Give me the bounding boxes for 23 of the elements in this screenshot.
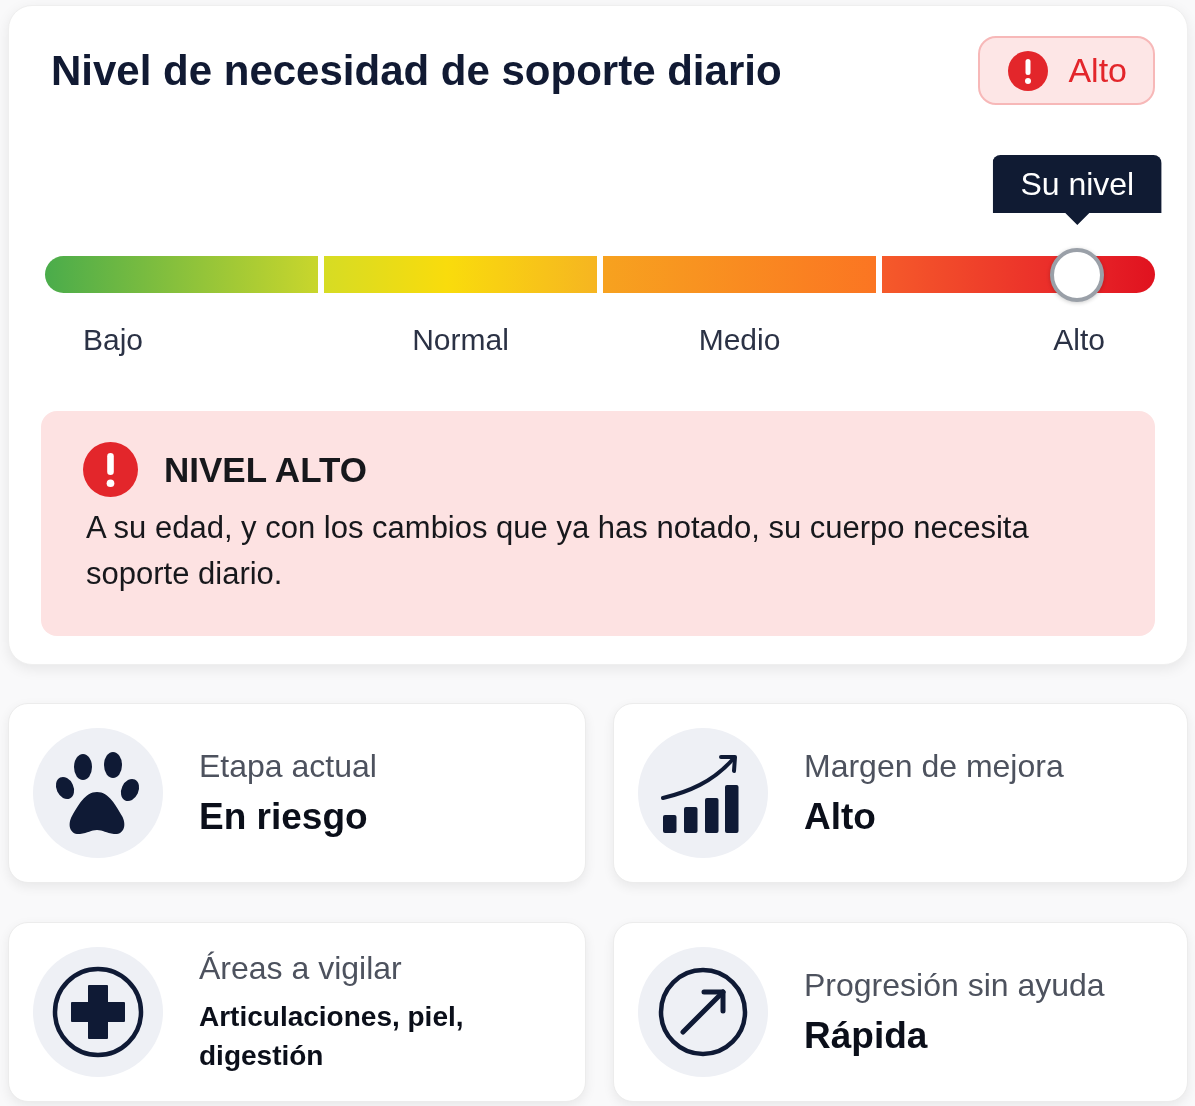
card-value: Rápida xyxy=(804,1014,928,1058)
card-label: Margen de mejora xyxy=(804,747,1064,785)
alert-icon xyxy=(83,442,138,497)
card-value: Articulaciones, piel, digestión xyxy=(199,1000,465,1073)
paw-icon xyxy=(33,728,163,858)
level-badge: Alto xyxy=(978,36,1155,105)
growth-chart-icon xyxy=(638,728,768,858)
card-label: Etapa actual xyxy=(199,747,377,785)
level-tooltip: Su nivel xyxy=(992,155,1162,225)
arrow-circle-icon xyxy=(638,947,768,1077)
scale-label: Medio xyxy=(698,323,781,357)
alert-icon xyxy=(1008,50,1049,91)
card-value: Alto xyxy=(804,795,876,839)
card-value: En riesgo xyxy=(199,795,368,839)
scale-label: Bajo xyxy=(83,323,144,357)
alert-title: NIVEL ALTO xyxy=(164,449,367,490)
plus-circle-icon xyxy=(33,947,163,1077)
scale-label: Normal xyxy=(412,323,509,357)
card-label: Progresión sin ayuda xyxy=(804,966,1105,1004)
alert-message: A su edad, y con los cambios que ya has notado, su cuerpo necesita soporte diario. xyxy=(86,509,1030,593)
card-title: Nivel de necesidad de soporte diario xyxy=(51,46,782,95)
card-label: Áreas a vigilar xyxy=(199,949,402,987)
scale-label: Alto xyxy=(1053,323,1105,357)
